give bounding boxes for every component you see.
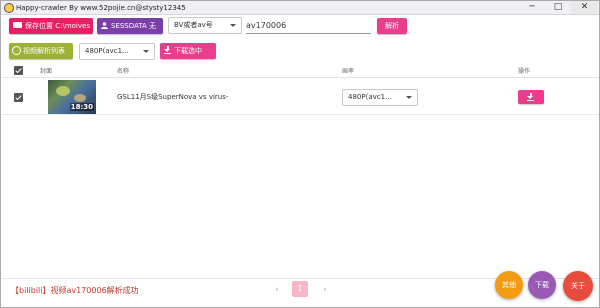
window-title: Happy-crawler By www.52pojie.cn@stysty12…	[16, 4, 186, 12]
row-quality-select[interactable]: 480P(avc1...	[342, 89, 418, 106]
app-icon	[4, 3, 14, 13]
select-all-checkbox[interactable]	[14, 66, 23, 75]
page-number-current[interactable]: 1	[292, 281, 308, 297]
id-type-select[interactable]: BV或者av号	[168, 17, 242, 34]
page-prev-button[interactable]: ‹	[271, 284, 283, 296]
download-icon	[164, 46, 171, 54]
download-selected-label: 下载选中	[174, 47, 202, 55]
column-header-name: 名称	[117, 68, 130, 75]
row-download-button[interactable]	[518, 90, 544, 104]
column-header-cover: 封面	[40, 68, 53, 75]
person-icon	[101, 21, 108, 29]
title-bar: Happy-crawler By www.52pojie.cn@stysty12…	[1, 1, 599, 15]
video-cover-thumbnail: 18:30	[48, 80, 96, 114]
download-icon	[527, 93, 534, 101]
reward-fab-button[interactable]: 其他	[495, 271, 523, 299]
status-message: 【bilibili】视频av170006解析成功	[11, 286, 139, 295]
column-header-quality: 画率	[342, 68, 355, 75]
chevron-down-icon	[230, 24, 236, 27]
video-id-input[interactable]	[246, 17, 371, 34]
tag-icon	[13, 22, 22, 28]
table-row: 18:30 GSL11月S级SuperNova vs virus- 480P(a…	[2, 79, 599, 115]
table-header: 封面 名称 画率 操作	[2, 63, 599, 78]
sessdata-label: SESSDATA 无	[111, 22, 157, 30]
id-type-value: BV或者av号	[174, 21, 213, 29]
page-next-button[interactable]: ›	[319, 284, 331, 296]
download-fab-button[interactable]: 下载	[528, 271, 556, 299]
about-fab-button[interactable]: 关于	[563, 271, 593, 301]
parse-list-button[interactable]: 视频解析列表	[9, 43, 73, 59]
save-location-label: 保存位置 C:\moives	[25, 22, 90, 30]
play-icon	[12, 45, 21, 55]
parse-list-label: 视频解析列表	[23, 47, 65, 55]
chevron-down-icon	[143, 50, 149, 53]
video-duration: 18:30	[69, 103, 94, 111]
column-header-action: 操作	[518, 68, 531, 75]
maximize-button[interactable]: □	[545, 1, 571, 14]
quality-select[interactable]: 480P(avc1...	[79, 43, 155, 60]
video-name: GSL11月S级SuperNova vs virus-	[117, 93, 229, 101]
chevron-down-icon	[406, 96, 412, 99]
download-selected-button[interactable]: 下载选中	[160, 43, 216, 59]
quality-value: 480P(avc1...	[85, 47, 129, 55]
row-checkbox[interactable]	[14, 93, 23, 102]
parse-button[interactable]: 解析	[377, 18, 407, 34]
row-quality-value: 480P(avc1...	[348, 93, 392, 101]
sessdata-button[interactable]: SESSDATA 无	[97, 18, 163, 34]
minimize-button[interactable]: ─	[519, 1, 545, 14]
close-button[interactable]: ✕	[571, 1, 598, 14]
app-window: Happy-crawler By www.52pojie.cn@stysty12…	[0, 0, 600, 308]
save-location-button[interactable]: 保存位置 C:\moives	[9, 18, 93, 34]
